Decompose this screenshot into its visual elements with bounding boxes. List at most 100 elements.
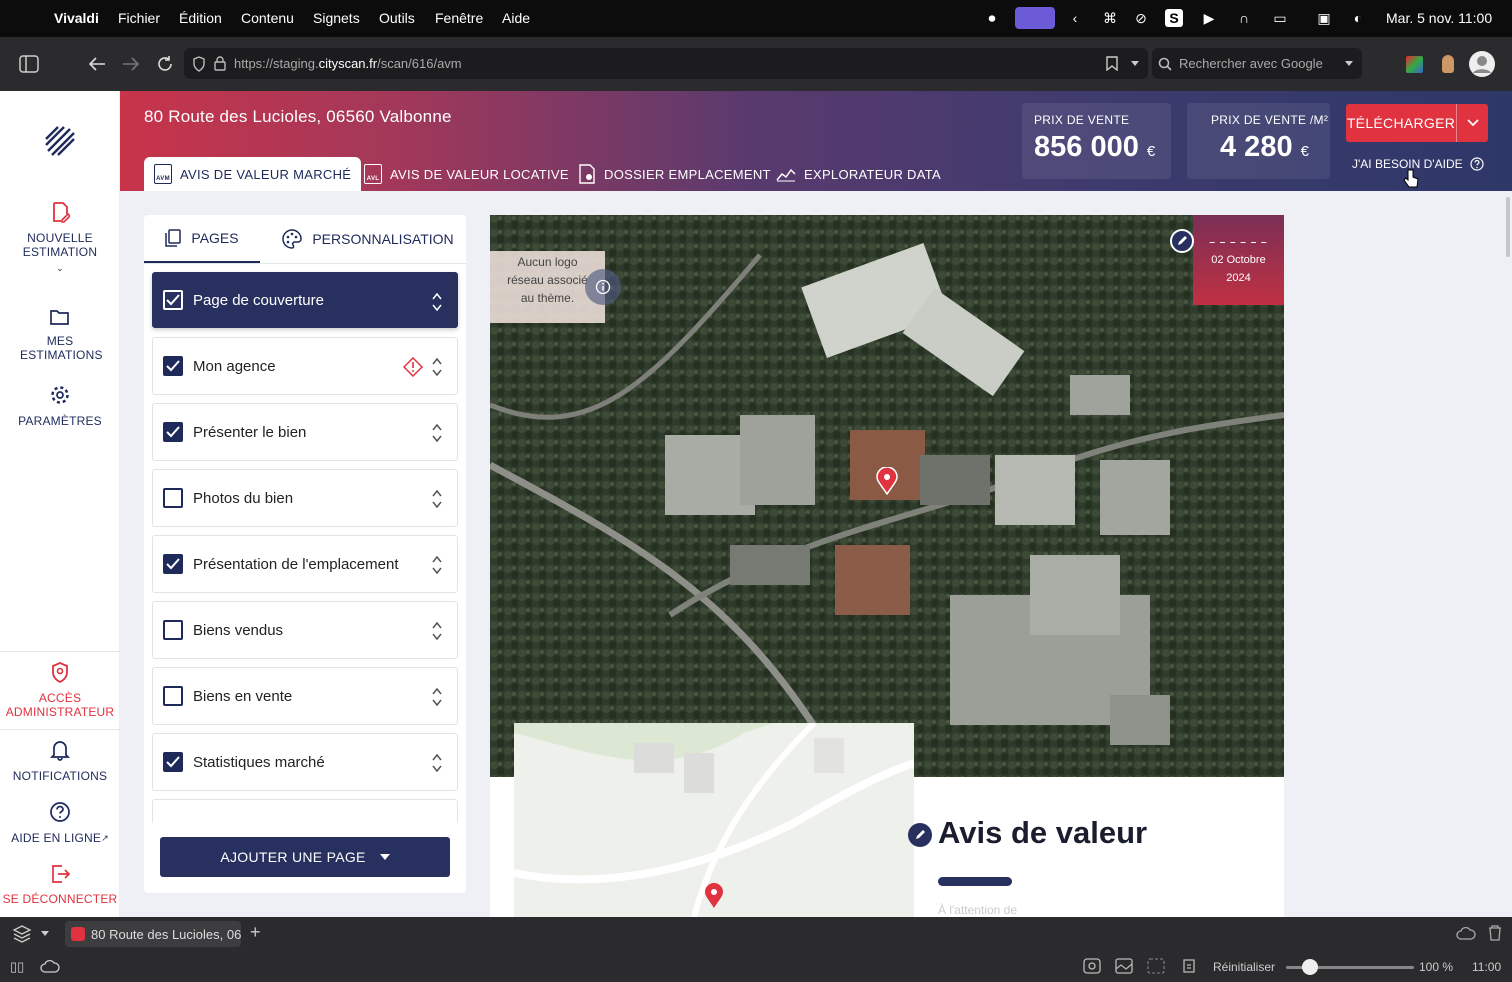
tab-pages[interactable]: PAGES	[144, 215, 260, 263]
reorder-icon[interactable]	[431, 554, 443, 576]
headphones-icon[interactable]: ∩	[1235, 9, 1253, 27]
nav-my-estimations[interactable]: MES ESTIMATIONS	[0, 308, 120, 362]
tab-avl[interactable]: AVL AVIS DE VALEUR LOCATIVE	[364, 157, 569, 191]
new-tab-icon[interactable]: +	[250, 922, 261, 943]
search-field[interactable]: Rechercher avec Google	[1152, 48, 1362, 79]
url-text[interactable]: https://staging.cityscan.fr/scan/616/avm	[234, 56, 462, 71]
back-icon[interactable]	[87, 56, 107, 72]
menu-edition[interactable]: Édition	[179, 10, 222, 26]
reorder-icon[interactable]	[431, 422, 443, 444]
reorder-icon[interactable]	[431, 620, 443, 642]
chevron-left-icon[interactable]: ‹	[1066, 9, 1084, 27]
panel-pause-icon[interactable]: ▯▯	[10, 959, 24, 975]
record-icon[interactable]: ⏺	[983, 9, 1001, 27]
apple-icon[interactable]	[18, 7, 36, 25]
sync-cloud-icon[interactable]	[40, 959, 60, 973]
tab-avm[interactable]: AVM AVIS DE VALEUR MARCHÉ	[144, 157, 362, 191]
extension-bulb-icon[interactable]	[1442, 55, 1454, 73]
nav-online-help[interactable]: AIDE EN LIGNE↗	[0, 801, 120, 845]
capture-icon[interactable]	[1083, 958, 1101, 974]
checkbox-checked[interactable]	[163, 356, 183, 376]
checkbox-checked[interactable]	[163, 290, 183, 310]
paperclip-icon[interactable]: ⊘	[1132, 9, 1150, 27]
reload-icon[interactable]	[156, 55, 174, 73]
reorder-icon[interactable]	[431, 686, 443, 708]
report-title[interactable]: Avis de valeur	[938, 815, 1147, 851]
page-item-location[interactable]: Présentation de l'emplacement	[152, 535, 458, 593]
trash-icon[interactable]	[1487, 924, 1503, 942]
reorder-icon[interactable]	[431, 752, 443, 774]
page-item-sold[interactable]: Biens vendus	[152, 601, 458, 659]
forward-icon[interactable]	[121, 56, 141, 72]
panel-toggle-icon[interactable]	[19, 55, 39, 73]
menu-signets[interactable]: Signets	[313, 10, 360, 26]
report-preview[interactable]: Aucun logo réseau associé au thème. – – …	[490, 215, 1284, 917]
page-item-present-property[interactable]: Présenter le bien	[152, 403, 458, 461]
image-toggle-icon[interactable]	[1115, 957, 1133, 975]
checkbox-checked[interactable]	[163, 554, 183, 574]
pages-list[interactable]: Page de couverture Mon agence Présenter …	[144, 263, 466, 823]
address-bar[interactable]: https://staging.cityscan.fr/scan/616/avm	[184, 48, 1148, 79]
zoom-slider-handle[interactable]	[1302, 959, 1318, 975]
edit-title-button[interactable]	[908, 823, 932, 847]
reorder-icon[interactable]	[431, 356, 443, 378]
briefcase-icon[interactable]: ▣	[1315, 9, 1333, 27]
warning-icon[interactable]	[403, 357, 423, 377]
tab-customization[interactable]: PERSONNALISATION	[270, 215, 466, 263]
shield-icon[interactable]	[192, 56, 206, 72]
checkbox-unchecked[interactable]	[163, 686, 183, 706]
download-button[interactable]: TÉLÉCHARGER	[1346, 104, 1488, 142]
download-options-button[interactable]	[1456, 104, 1488, 142]
checkbox-checked[interactable]	[163, 752, 183, 772]
edit-date-button[interactable]	[1170, 229, 1194, 253]
tab-location-file[interactable]: DOSSIER EMPLACEMENT	[578, 157, 771, 191]
add-page-button[interactable]: AJOUTER UNE PAGE	[160, 837, 450, 877]
menu-aide[interactable]: Aide	[502, 10, 530, 26]
menu-contenu[interactable]: Contenu	[241, 10, 294, 26]
extension-icon[interactable]	[1406, 56, 1423, 73]
browser-tab-active[interactable]: 80 Route des Lucioles, 06	[65, 921, 241, 947]
page-item-agency[interactable]: Mon agence	[152, 337, 458, 395]
cloud-icon[interactable]	[1456, 926, 1476, 940]
profile-avatar-icon[interactable]	[1468, 50, 1496, 78]
bookmark-icon[interactable]	[1106, 56, 1118, 71]
search-engine-chevron-icon[interactable]	[1344, 60, 1354, 68]
layers-icon[interactable]	[12, 924, 32, 944]
nav-new-estimation[interactable]: NOUVELLE ESTIMATION ⌄	[0, 201, 120, 275]
page-item-for-sale[interactable]: Biens en vente	[152, 667, 458, 725]
menu-fichier[interactable]: Fichier	[118, 10, 160, 26]
page-actions-icon[interactable]	[1180, 957, 1198, 975]
zoom-reset-button[interactable]: Réinitialiser	[1213, 960, 1275, 974]
logo-info-button[interactable]	[585, 269, 621, 305]
checkbox-unchecked[interactable]	[163, 620, 183, 640]
scrollbar-thumb[interactable]	[1506, 197, 1510, 257]
translate-icon[interactable]: ⌘	[1101, 9, 1119, 27]
play-icon[interactable]: ▶	[1200, 9, 1218, 27]
page-item-stats[interactable]: Statistiques marché	[152, 733, 458, 791]
app-logo-icon[interactable]	[44, 125, 76, 157]
nav-admin-access[interactable]: ACCÈS ADMINISTRATEUR	[0, 661, 120, 719]
tab-data-explorer[interactable]: EXPLORATEUR DATA	[776, 157, 941, 191]
screen-share-icon[interactable]	[1015, 7, 1055, 29]
page-item-cover[interactable]: Page de couverture	[152, 272, 458, 328]
checkbox-unchecked[interactable]	[163, 488, 183, 508]
page-item-partial[interactable]	[152, 799, 458, 823]
nav-notifications[interactable]: NOTIFICATIONS	[0, 739, 120, 783]
page-item-photos[interactable]: Photos du bien	[152, 469, 458, 527]
page-item-label: Présenter le bien	[193, 423, 307, 441]
nav-settings[interactable]: PARAMÈTRES	[0, 384, 120, 428]
reorder-icon[interactable]	[431, 488, 443, 510]
menu-outils[interactable]: Outils	[379, 10, 415, 26]
menubar-clock[interactable]: Mar. 5 nov. 11:00	[1386, 10, 1492, 26]
chevron-down-icon[interactable]	[40, 930, 50, 937]
control-center-icon[interactable]: ◐	[1349, 9, 1367, 27]
battery-icon[interactable]: ▭	[1271, 9, 1289, 27]
chevron-down-icon[interactable]	[1130, 60, 1140, 68]
nav-logout[interactable]: SE DÉCONNECTER	[0, 864, 120, 906]
skype-icon[interactable]: S	[1165, 9, 1183, 27]
tiling-icon[interactable]	[1147, 958, 1165, 974]
reorder-icon[interactable]	[431, 291, 443, 313]
app-menu[interactable]: Vivaldi	[54, 10, 99, 26]
menu-fenetre[interactable]: Fenêtre	[435, 10, 483, 26]
checkbox-checked[interactable]	[163, 422, 183, 442]
